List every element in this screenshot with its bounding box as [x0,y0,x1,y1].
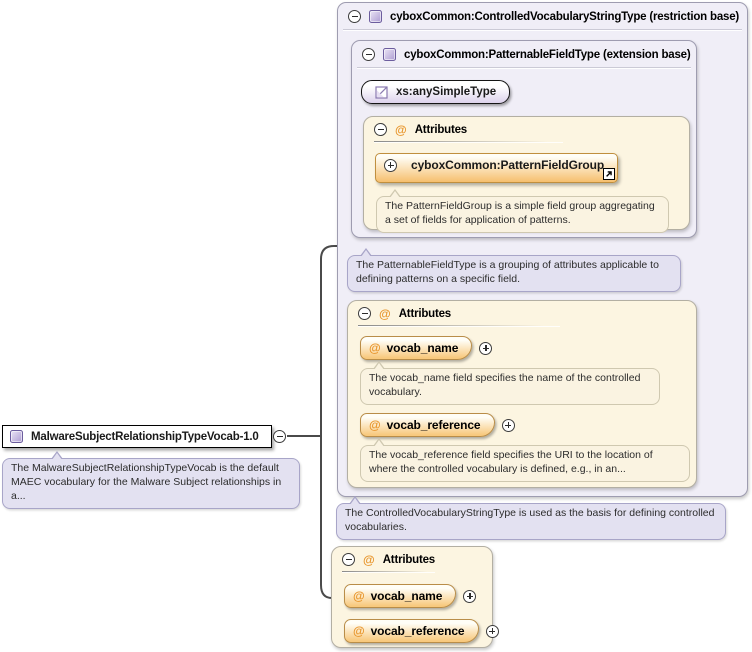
expand-icon[interactable] [479,341,493,355]
pattern-field-group-label: cyboxCommon:PatternFieldGroup [411,158,605,172]
expand-icon[interactable] [384,158,397,172]
attribute-row: @ vocab_reference [360,413,515,437]
vocab-name-description: The vocab_name field specifies the name … [360,361,660,405]
header-divider [343,29,742,30]
attribute-at-icon: @ [369,418,381,432]
attributes-divider [358,325,560,326]
base-simple-type-label: xs:anySimpleType [396,86,497,98]
collapse-icon[interactable] [362,48,375,61]
attribute-row: @ vocab_name [344,584,477,608]
vocab-reference-description: The vocab_reference field specifies the … [360,438,690,482]
attribute-label: vocab_name [370,589,443,603]
attribute-at-icon: @ [369,341,381,355]
restriction-base-header: cyboxCommon:ControlledVocabularyStringTy… [338,3,747,29]
element-collapse-icon[interactable] [273,430,286,443]
vocab-name-attribute[interactable]: @ vocab_name [360,336,473,360]
simple-type-icon [375,85,388,99]
schema-diagram: cyboxCommon:ControlledVocabularyStringTy… [0,0,752,652]
attributes-title: Attributes [414,123,468,136]
attribute-at-icon: @ [363,552,375,567]
attributes-header: @ Attributes [348,301,696,324]
element-description: The MalwareSubjectRelationshipTypeVocab … [2,451,300,509]
collapse-icon[interactable] [342,553,355,566]
expand-icon[interactable] [501,418,515,432]
attribute-at-icon: @ [379,306,391,321]
controlled-vocab-description: The ControlledVocabularyStringType is us… [336,496,726,540]
element-malware-vocab[interactable]: MalwareSubjectRelationshipTypeVocab-1.0 [2,425,272,448]
restriction-base-title: cyboxCommon:ControlledVocabularyStringTy… [390,10,740,23]
base-simple-type-badge[interactable]: xs:anySimpleType [361,80,511,104]
patternable-field-type-description: The PatternableFieldType is a grouping o… [347,248,681,292]
extension-base-header: cyboxCommon:PatternableFieldType (extens… [352,41,696,67]
attributes-title: Attributes [382,553,436,566]
expand-icon[interactable] [463,589,477,603]
vocab-reference-attribute[interactable]: @ vocab_reference [344,619,479,643]
attributes-divider [374,141,563,142]
complex-type-icon [10,430,23,443]
attribute-label: vocab_name [386,341,459,355]
attribute-row: @ vocab_name [360,336,493,360]
vocab-name-attribute[interactable]: @ vocab_name [344,584,457,608]
collapse-icon[interactable] [374,123,387,136]
attributes-header: @ Attributes [332,547,492,570]
vocab-reference-attribute[interactable]: @ vocab_reference [360,413,495,437]
attributes-title: Attributes [398,307,452,320]
header-divider [357,67,691,68]
extension-base-title: cyboxCommon:PatternableFieldType (extens… [404,48,691,61]
complex-type-icon [369,10,382,23]
attribute-row: @ vocab_reference [344,619,499,643]
attribute-label: vocab_reference [370,624,465,638]
attributes-header: @ Attributes [364,117,689,140]
complex-type-icon [383,48,396,61]
attribute-at-icon: @ [353,589,365,603]
attribute-at-icon: @ [395,122,407,137]
attribute-label: vocab_reference [386,418,481,432]
pattern-field-group-description: The PatternFieldGroup is a simple field … [376,189,669,233]
collapse-icon[interactable] [358,307,371,320]
goto-definition-icon[interactable] [603,168,615,180]
element-label: MalwareSubjectRelationshipTypeVocab-1.0 [31,430,259,443]
attribute-at-icon: @ [353,624,365,638]
expand-icon[interactable] [485,624,499,638]
attributes-divider [342,571,435,572]
pattern-field-group-badge[interactable]: cyboxCommon:PatternFieldGroup [375,153,618,183]
collapse-icon[interactable] [348,10,361,23]
